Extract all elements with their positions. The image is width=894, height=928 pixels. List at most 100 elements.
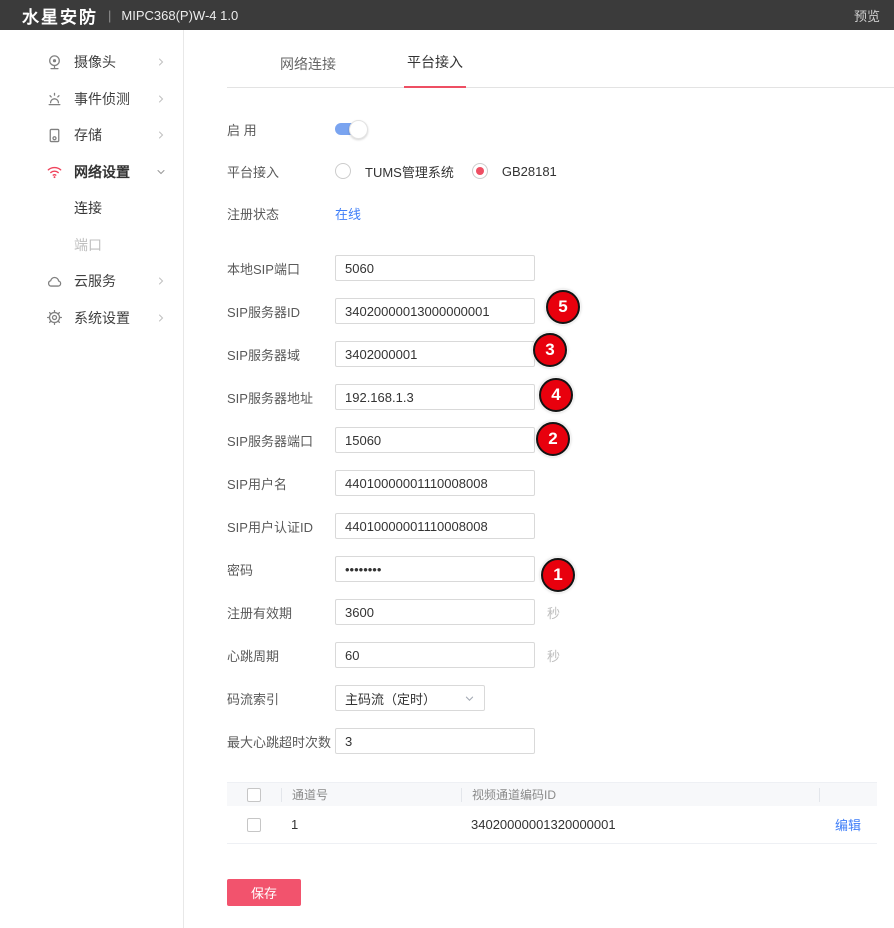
chevron-right-icon: [155, 129, 167, 141]
sip-server-port-label: SIP服务器端口: [227, 431, 335, 450]
sidebar-item-label: 系统设置: [74, 308, 130, 328]
radio-option-label: TUMS管理系统: [365, 162, 454, 181]
heartbeat-period-unit: 秒: [547, 646, 560, 665]
sip-server-address-input[interactable]: [335, 384, 535, 410]
password-label: 密码: [227, 560, 335, 579]
register-status-row: 注册状态 在线: [227, 200, 894, 226]
sidebar-subitem-port[interactable]: 端口: [0, 227, 183, 264]
chevron-right-icon: [155, 312, 167, 324]
chevron-right-icon: [155, 275, 167, 287]
register-validity-input[interactable]: [335, 599, 535, 625]
chevron-down-icon: [464, 693, 475, 704]
header-checkbox-cell: [227, 788, 281, 802]
page: 水星安防 | MIPC368(P)W-4 1.0 预览 摄像头: [0, 0, 894, 928]
preview-link[interactable]: 预览: [854, 6, 880, 25]
enable-toggle[interactable]: [335, 123, 365, 135]
register-validity-label: 注册有效期: [227, 603, 335, 622]
sidebar-item-event-detection[interactable]: 事件侦测: [0, 81, 183, 118]
form-field-row: 本地SIP端口: [227, 255, 894, 281]
edit-link[interactable]: 编辑: [835, 818, 861, 833]
row-checkbox[interactable]: [247, 818, 261, 832]
chevron-right-icon: [155, 93, 167, 105]
form-field-row: 心跳周期 秒: [227, 642, 894, 668]
sip-server-id-input[interactable]: [335, 298, 535, 324]
password-input[interactable]: [335, 556, 535, 582]
tab-network-connection[interactable]: 网络连接: [277, 54, 339, 88]
sip-server-domain-input[interactable]: [335, 341, 535, 367]
enable-row: 启 用: [227, 116, 894, 142]
tab-bar: 网络连接 平台接入: [227, 30, 894, 88]
sidebar-item-network-settings[interactable]: 网络设置: [0, 154, 183, 191]
header-action: [819, 788, 877, 802]
max-heartbeat-timeouts-label: 最大心跳超时次数: [227, 732, 335, 751]
device-model: MIPC368(P)W-4 1.0: [121, 8, 238, 23]
register-validity-unit: 秒: [547, 603, 560, 622]
sip-user-auth-id-input[interactable]: [335, 513, 535, 539]
local-sip-port-input[interactable]: [335, 255, 535, 281]
field-rows: 本地SIP端口 SIP服务器ID SIP服务器域 SIP服务器地址 SIP服务器…: [227, 255, 894, 754]
camera-icon: [46, 54, 63, 71]
sip-server-port-input[interactable]: [335, 427, 535, 453]
annotation-badge-4: 4: [539, 378, 573, 412]
tab-platform-access[interactable]: 平台接入: [404, 52, 466, 88]
stream-index-select[interactable]: 主码流（定时）: [335, 685, 485, 711]
row-checkbox-cell: [227, 818, 281, 832]
radio-option-gb28181[interactable]: GB28181: [472, 163, 557, 179]
local-sip-port-label: 本地SIP端口: [227, 259, 335, 278]
table-row: 1 34020000001320000001 编辑: [227, 806, 877, 844]
main-content: 网络连接 平台接入 启 用 平台接入 TUMS管理系统: [184, 30, 894, 928]
header-channel: 通道号: [281, 788, 461, 802]
cell-encode-id: 34020000001320000001: [461, 817, 819, 832]
platform-access-form: 启 用 平台接入 TUMS管理系统 GB28181: [227, 88, 894, 906]
sidebar-item-label: 云服务: [74, 271, 116, 291]
brand-logo: 水星安防: [22, 3, 98, 28]
sidebar-subitem-label: 连接: [74, 198, 102, 218]
toggle-knob: [349, 120, 368, 139]
sidebar-item-camera[interactable]: 摄像头: [0, 44, 183, 81]
alarm-icon: [46, 90, 63, 107]
register-status-label: 注册状态: [227, 204, 335, 223]
cell-channel: 1: [281, 817, 461, 832]
sip-username-label: SIP用户名: [227, 474, 335, 493]
topbar-separator: |: [108, 8, 111, 23]
header-encode-id: 视频通道编码ID: [461, 788, 819, 802]
cloud-icon: [46, 273, 63, 290]
sip-username-input[interactable]: [335, 470, 535, 496]
form-field-row: 最大心跳超时次数: [227, 728, 894, 754]
heartbeat-period-label: 心跳周期: [227, 646, 335, 665]
heartbeat-period-input[interactable]: [335, 642, 535, 668]
sidebar-item-storage[interactable]: 存储: [0, 117, 183, 154]
sidebar-subitem-connection[interactable]: 连接: [0, 190, 183, 227]
sip-server-domain-label: SIP服务器域: [227, 345, 335, 364]
sidebar-subitem-label: 端口: [74, 235, 102, 255]
annotation-badge-5: 5: [546, 290, 580, 324]
sidebar-item-label: 存储: [74, 125, 102, 145]
channel-table-body: 1 34020000001320000001 编辑: [227, 806, 877, 844]
radio-option-tums[interactable]: TUMS管理系统: [335, 162, 454, 181]
platform-type-label: 平台接入: [227, 162, 335, 181]
wifi-icon: [46, 163, 63, 180]
chevron-right-icon: [155, 56, 167, 68]
radio-selected-icon[interactable]: [472, 163, 488, 179]
channel-table: 通道号 视频通道编码ID 1 34020000001320000001 编辑: [227, 782, 877, 844]
select-all-checkbox[interactable]: [247, 788, 261, 802]
sidebar-item-system-settings[interactable]: 系统设置: [0, 300, 183, 337]
sidebar-item-cloud-service[interactable]: 云服务: [0, 263, 183, 300]
sidebar-item-label: 事件侦测: [74, 89, 130, 109]
form-field-row: 码流索引 主码流（定时）: [227, 685, 894, 711]
platform-type-row: 平台接入 TUMS管理系统 GB28181: [227, 158, 894, 184]
radio-option-label: GB28181: [502, 164, 557, 179]
sip-server-address-label: SIP服务器地址: [227, 388, 335, 407]
annotation-badge-2: 2: [536, 422, 570, 456]
register-status-value: 在线: [335, 204, 361, 223]
sidebar: 摄像头 事件侦测: [0, 30, 184, 928]
storage-icon: [46, 127, 63, 144]
gear-icon: [46, 309, 63, 326]
max-heartbeat-timeouts-input[interactable]: [335, 728, 535, 754]
sidebar-item-label: 摄像头: [74, 52, 116, 72]
form-field-row: SIP用户名: [227, 470, 894, 496]
annotation-badge-3: 3: [533, 333, 567, 367]
save-button[interactable]: 保存: [227, 879, 301, 906]
radio-icon[interactable]: [335, 163, 351, 179]
form-field-row: SIP用户认证ID: [227, 513, 894, 539]
